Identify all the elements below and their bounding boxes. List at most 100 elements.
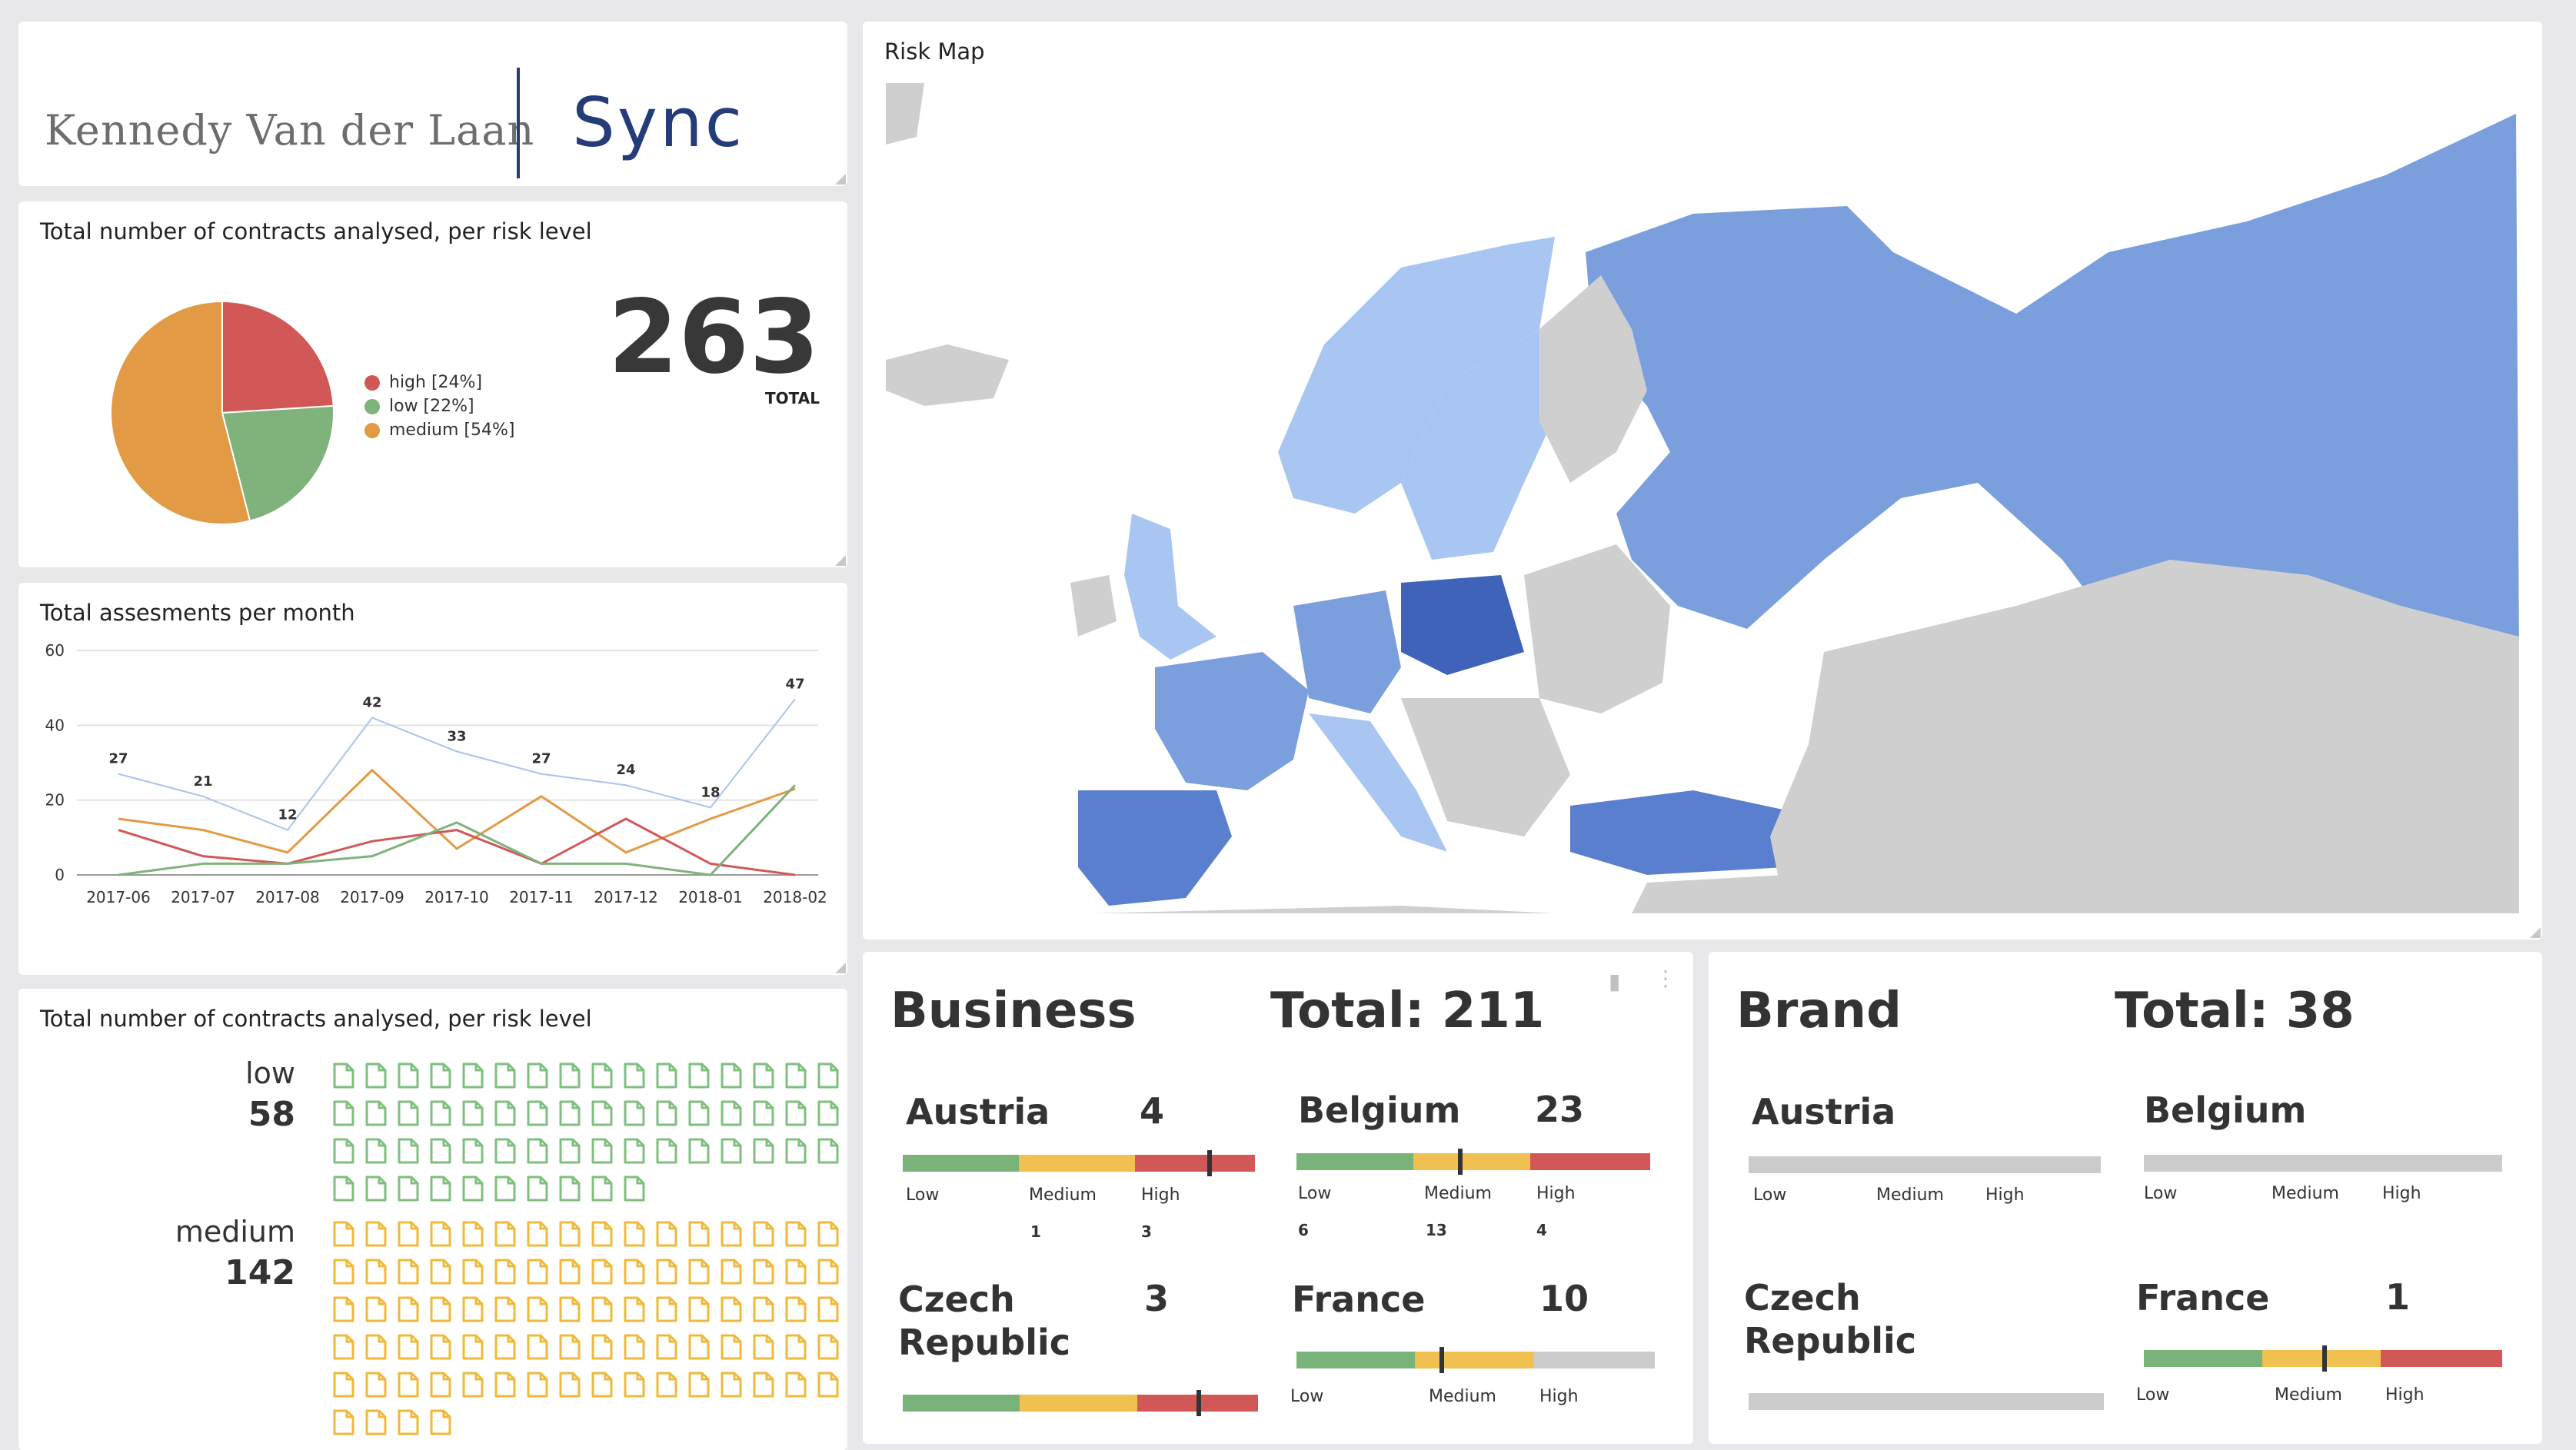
document-icon <box>624 1221 645 1247</box>
document-icon <box>430 1409 451 1435</box>
series-line[interactable] <box>118 698 796 831</box>
document-icon <box>430 1138 451 1164</box>
total-value: 263 <box>607 278 820 397</box>
document-icon <box>333 1296 354 1322</box>
brand-logo-text: Kennedy Van der Laan <box>45 106 535 155</box>
country-value: 10 <box>1539 1278 1589 1319</box>
document-icon <box>559 1259 581 1285</box>
document-icon <box>527 1296 548 1322</box>
document-icon <box>494 1138 516 1164</box>
document-icon <box>365 1409 387 1435</box>
resize-handle[interactable] <box>835 174 846 185</box>
document-icon <box>688 1221 710 1247</box>
risk-marker <box>1196 1390 1201 1416</box>
document-icon <box>785 1296 807 1322</box>
risk-bar <box>1296 1149 1650 1175</box>
series-line[interactable] <box>118 817 796 876</box>
document-icon <box>591 1176 613 1202</box>
data-label: 27 <box>531 751 551 767</box>
document-icon <box>398 1138 419 1164</box>
legend-item-high[interactable]: high [24%] <box>364 371 514 394</box>
document-icon <box>721 1063 742 1089</box>
app-logo-text: Sync <box>572 83 745 162</box>
document-icon <box>430 1100 451 1126</box>
document-icon <box>753 1100 774 1126</box>
document-icon <box>624 1138 645 1164</box>
document-icon <box>624 1063 645 1089</box>
country-name: Belgium <box>1298 1089 1461 1131</box>
document-icon <box>591 1100 613 1126</box>
resize-handle[interactable] <box>835 963 846 973</box>
document-icon <box>591 1063 613 1089</box>
document-icon <box>785 1063 807 1089</box>
resize-handle[interactable] <box>2530 927 2541 938</box>
document-icon <box>817 1296 839 1322</box>
document-icon <box>591 1296 613 1322</box>
country-name: Belgium <box>2144 1089 2307 1131</box>
document-icon <box>753 1138 774 1164</box>
document-icon <box>365 1221 387 1247</box>
document-icon <box>785 1138 807 1164</box>
document-icon <box>462 1221 484 1247</box>
data-label: 33 <box>447 728 466 744</box>
legend-item-low[interactable]: low [22%] <box>364 394 514 418</box>
map-region-turkey <box>1570 790 1801 875</box>
document-icon <box>559 1063 581 1089</box>
line-chart: 0 20 40 60 2017-06 2017-07 2017-08 2017-09 2017-… <box>45 641 827 906</box>
x-tick-label: 2017-07 <box>171 888 235 906</box>
document-icon <box>817 1221 839 1247</box>
risk-map[interactable] <box>863 22 2542 940</box>
document-icon <box>462 1372 484 1398</box>
line-chart-panel: Total assesments per month 0 20 40 60 2017-0… <box>18 583 847 975</box>
pie-chart-panel: Total number of contracts analysed, per … <box>18 201 847 567</box>
panel-title: Brand <box>1736 983 1902 1039</box>
document-icon <box>398 1296 419 1322</box>
document-icon <box>398 1334 419 1360</box>
document-icon <box>527 1259 548 1285</box>
document-icon <box>559 1296 581 1322</box>
data-label: 21 <box>193 773 212 790</box>
document-icon <box>721 1221 742 1247</box>
legend-item-medium[interactable]: medium [54%] <box>364 418 514 442</box>
resize-handle[interactable] <box>835 555 846 566</box>
document-icon <box>430 1372 451 1398</box>
country-value: 1 <box>2385 1276 2411 1318</box>
data-label: 42 <box>362 695 381 711</box>
map-region-middle-east <box>1632 875 1793 913</box>
document-icon <box>721 1138 742 1164</box>
document-icon <box>656 1221 677 1247</box>
document-icon <box>688 1259 710 1285</box>
document-icon <box>753 1259 774 1285</box>
document-icon <box>785 1100 807 1126</box>
document-icon <box>688 1138 710 1164</box>
brand-kpi-panel: Brand Total: 38 Austria Low Medium High … <box>1709 952 2542 1444</box>
x-tick-label: 2017-09 <box>340 888 404 906</box>
country-name: Czech Republic <box>1744 1277 1917 1362</box>
document-icon <box>591 1221 613 1247</box>
document-icon <box>527 1176 548 1202</box>
row-label-low: low <box>245 1056 295 1090</box>
comment-icon[interactable]: ▮ <box>1609 969 1620 994</box>
document-icon <box>494 1221 516 1247</box>
x-tick-label: 2017-10 <box>424 888 489 906</box>
document-icon <box>591 1259 613 1285</box>
pie-slice-high[interactable] <box>221 300 334 414</box>
document-icon <box>365 1100 387 1126</box>
series-line[interactable] <box>118 768 796 854</box>
document-icon <box>527 1372 548 1398</box>
document-icon <box>624 1100 645 1126</box>
document-icon <box>688 1334 710 1360</box>
row-label-medium: medium <box>175 1215 295 1249</box>
row-count-low: 58 <box>248 1095 295 1134</box>
document-icon <box>721 1334 742 1360</box>
document-icon <box>721 1296 742 1322</box>
document-icon <box>462 1296 484 1322</box>
document-icon <box>591 1334 613 1360</box>
document-icon <box>430 1176 451 1202</box>
x-tick-label: 2018-02 <box>763 888 827 906</box>
more-options-icon[interactable]: ⋮ <box>1655 966 1676 991</box>
x-tick-label: 2017-12 <box>594 888 658 906</box>
document-icon <box>494 1100 516 1126</box>
map-region-uk <box>1124 514 1216 660</box>
document-icon <box>527 1221 548 1247</box>
